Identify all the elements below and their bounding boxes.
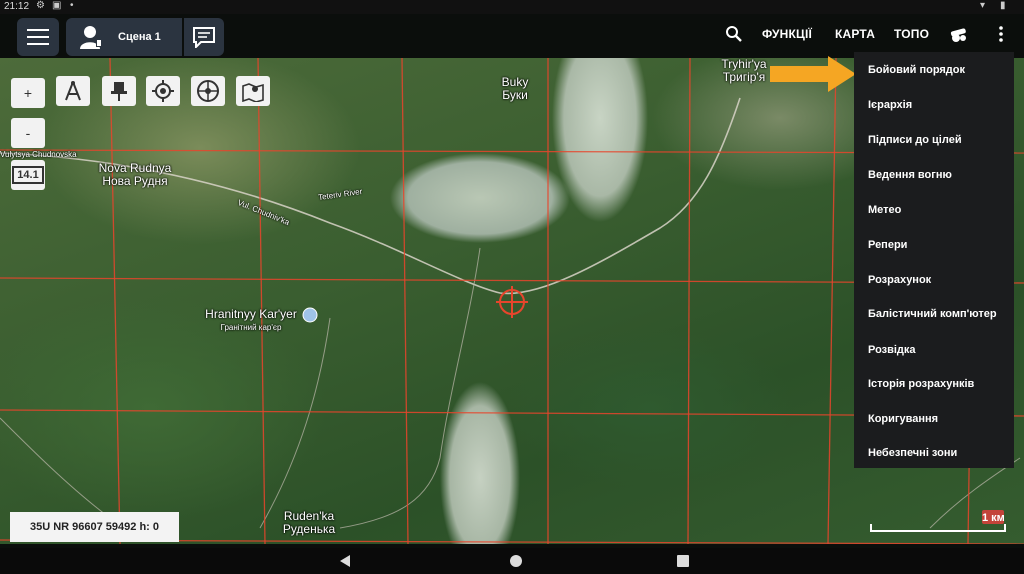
road-east: [929, 457, 1021, 529]
recents-icon[interactable]: [676, 554, 690, 568]
more-vert-icon[interactable]: [997, 25, 1005, 43]
menu-item-ballistic-computer[interactable]: Балістичний комп'ютер: [868, 308, 997, 320]
image-icon: ▣: [52, 0, 62, 11]
place-label-rudenka: Ruden'ka Руденька: [274, 510, 344, 536]
zoom-in-button[interactable]: +: [11, 78, 45, 108]
scale-line: [870, 530, 1006, 532]
scene-button[interactable]: Сцена 1: [66, 18, 182, 56]
menu-item-calculation[interactable]: Розрахунок: [868, 274, 931, 286]
back-icon[interactable]: [338, 554, 352, 568]
place-label-buky: Buky Буки: [490, 76, 540, 102]
search-icon[interactable]: [725, 25, 743, 43]
measure-button[interactable]: [56, 76, 90, 106]
menu-item-correction[interactable]: Коригування: [868, 413, 938, 425]
ruler-compass-icon: [65, 81, 81, 101]
battery-icon: ▮: [1000, 0, 1006, 11]
menu-item-reconnaissance[interactable]: Розвідка: [868, 344, 916, 356]
menu-item-danger-zones[interactable]: Небезпечні зони: [868, 447, 957, 459]
status-time: 21:12: [4, 1, 30, 12]
menu-item-hierarchy[interactable]: Ієрархія: [868, 99, 912, 111]
place-name-cyrillic: Буки: [502, 88, 528, 102]
place-label-nova-rudnya: Nova Rudnya Нова Рудня: [90, 162, 180, 188]
gear-icon: ⚙: [36, 0, 45, 11]
chat-button[interactable]: [184, 18, 224, 56]
arrow-annotation-icon: [770, 56, 856, 92]
menu-button[interactable]: [17, 18, 59, 56]
road-secondary: [259, 317, 331, 529]
user-icon: [80, 26, 102, 49]
coordinates-readout: 35U NR 96607 59492 h: 0: [10, 512, 179, 542]
map-icon: [242, 83, 264, 102]
menu-icon: [27, 29, 49, 31]
place-name-cyrillic: Нова Рудня: [102, 174, 168, 188]
wifi-icon: ▾: [980, 0, 986, 11]
nav-topo[interactable]: ТОПО: [894, 27, 929, 41]
nav-map[interactable]: КАРТА: [835, 27, 875, 41]
menu-item-battle-order[interactable]: Бойовий порядок: [868, 64, 965, 76]
zoom-level-button[interactable]: 14.1: [11, 160, 45, 190]
status-bar: 21:12 ⚙ ▣ • ▾ ▮: [0, 0, 1024, 14]
pin-button[interactable]: [102, 76, 136, 106]
home-icon[interactable]: [509, 554, 523, 568]
street-label-1: Vulytsya Chudnovska: [0, 150, 77, 159]
place-name-cyrillic: Руденька: [282, 522, 336, 536]
road-south: [339, 247, 481, 529]
locate-icon: [152, 80, 174, 102]
menu-item-benchmarks[interactable]: Репери: [868, 239, 907, 251]
functions-dropdown: Бойовий порядок Ієрархія Підписи до ціле…: [854, 52, 1014, 468]
place-label-quarry: Hranitnyy Kar'yer Гранітний кар'єр: [196, 308, 306, 334]
zoom-level: 14.1: [12, 166, 44, 184]
system-nav-bar: [0, 548, 1024, 574]
map-pin-button[interactable]: [236, 76, 270, 106]
menu-item-fire-control[interactable]: Ведення вогню: [868, 169, 952, 181]
zoom-out-button[interactable]: -: [11, 118, 45, 148]
pin-icon: [111, 82, 127, 101]
menu-item-calculation-history[interactable]: Історія розрахунків: [868, 378, 974, 390]
zoom-out-label: -: [25, 125, 31, 141]
scale-label: 1 км: [982, 512, 1005, 524]
dot-icon: •: [70, 0, 74, 11]
menu-item-target-labels[interactable]: Підписи до цілей: [868, 134, 962, 146]
zoom-in-label: +: [23, 85, 33, 101]
place-name-latin: Hranitnyy Kar'yer: [205, 307, 297, 321]
place-label-tryhiria: Tryhir'ya Тригір'я: [712, 58, 776, 84]
menu-item-meteo[interactable]: Метео: [868, 204, 901, 216]
cannon-icon[interactable]: [948, 27, 970, 43]
compass-icon: [197, 80, 219, 102]
chat-icon: [193, 27, 215, 48]
place-name-cyrillic: Гранітний кар'єр: [220, 323, 282, 332]
locate-button[interactable]: [146, 76, 180, 106]
compass-button[interactable]: [191, 76, 225, 106]
nav-functions[interactable]: ФУНКЦІЇ: [762, 27, 812, 41]
road-west: [0, 417, 111, 519]
place-name-cyrillic: Тригір'я: [722, 70, 766, 84]
crosshair-icon[interactable]: [496, 286, 528, 318]
scene-label: Сцена 1: [118, 31, 161, 43]
